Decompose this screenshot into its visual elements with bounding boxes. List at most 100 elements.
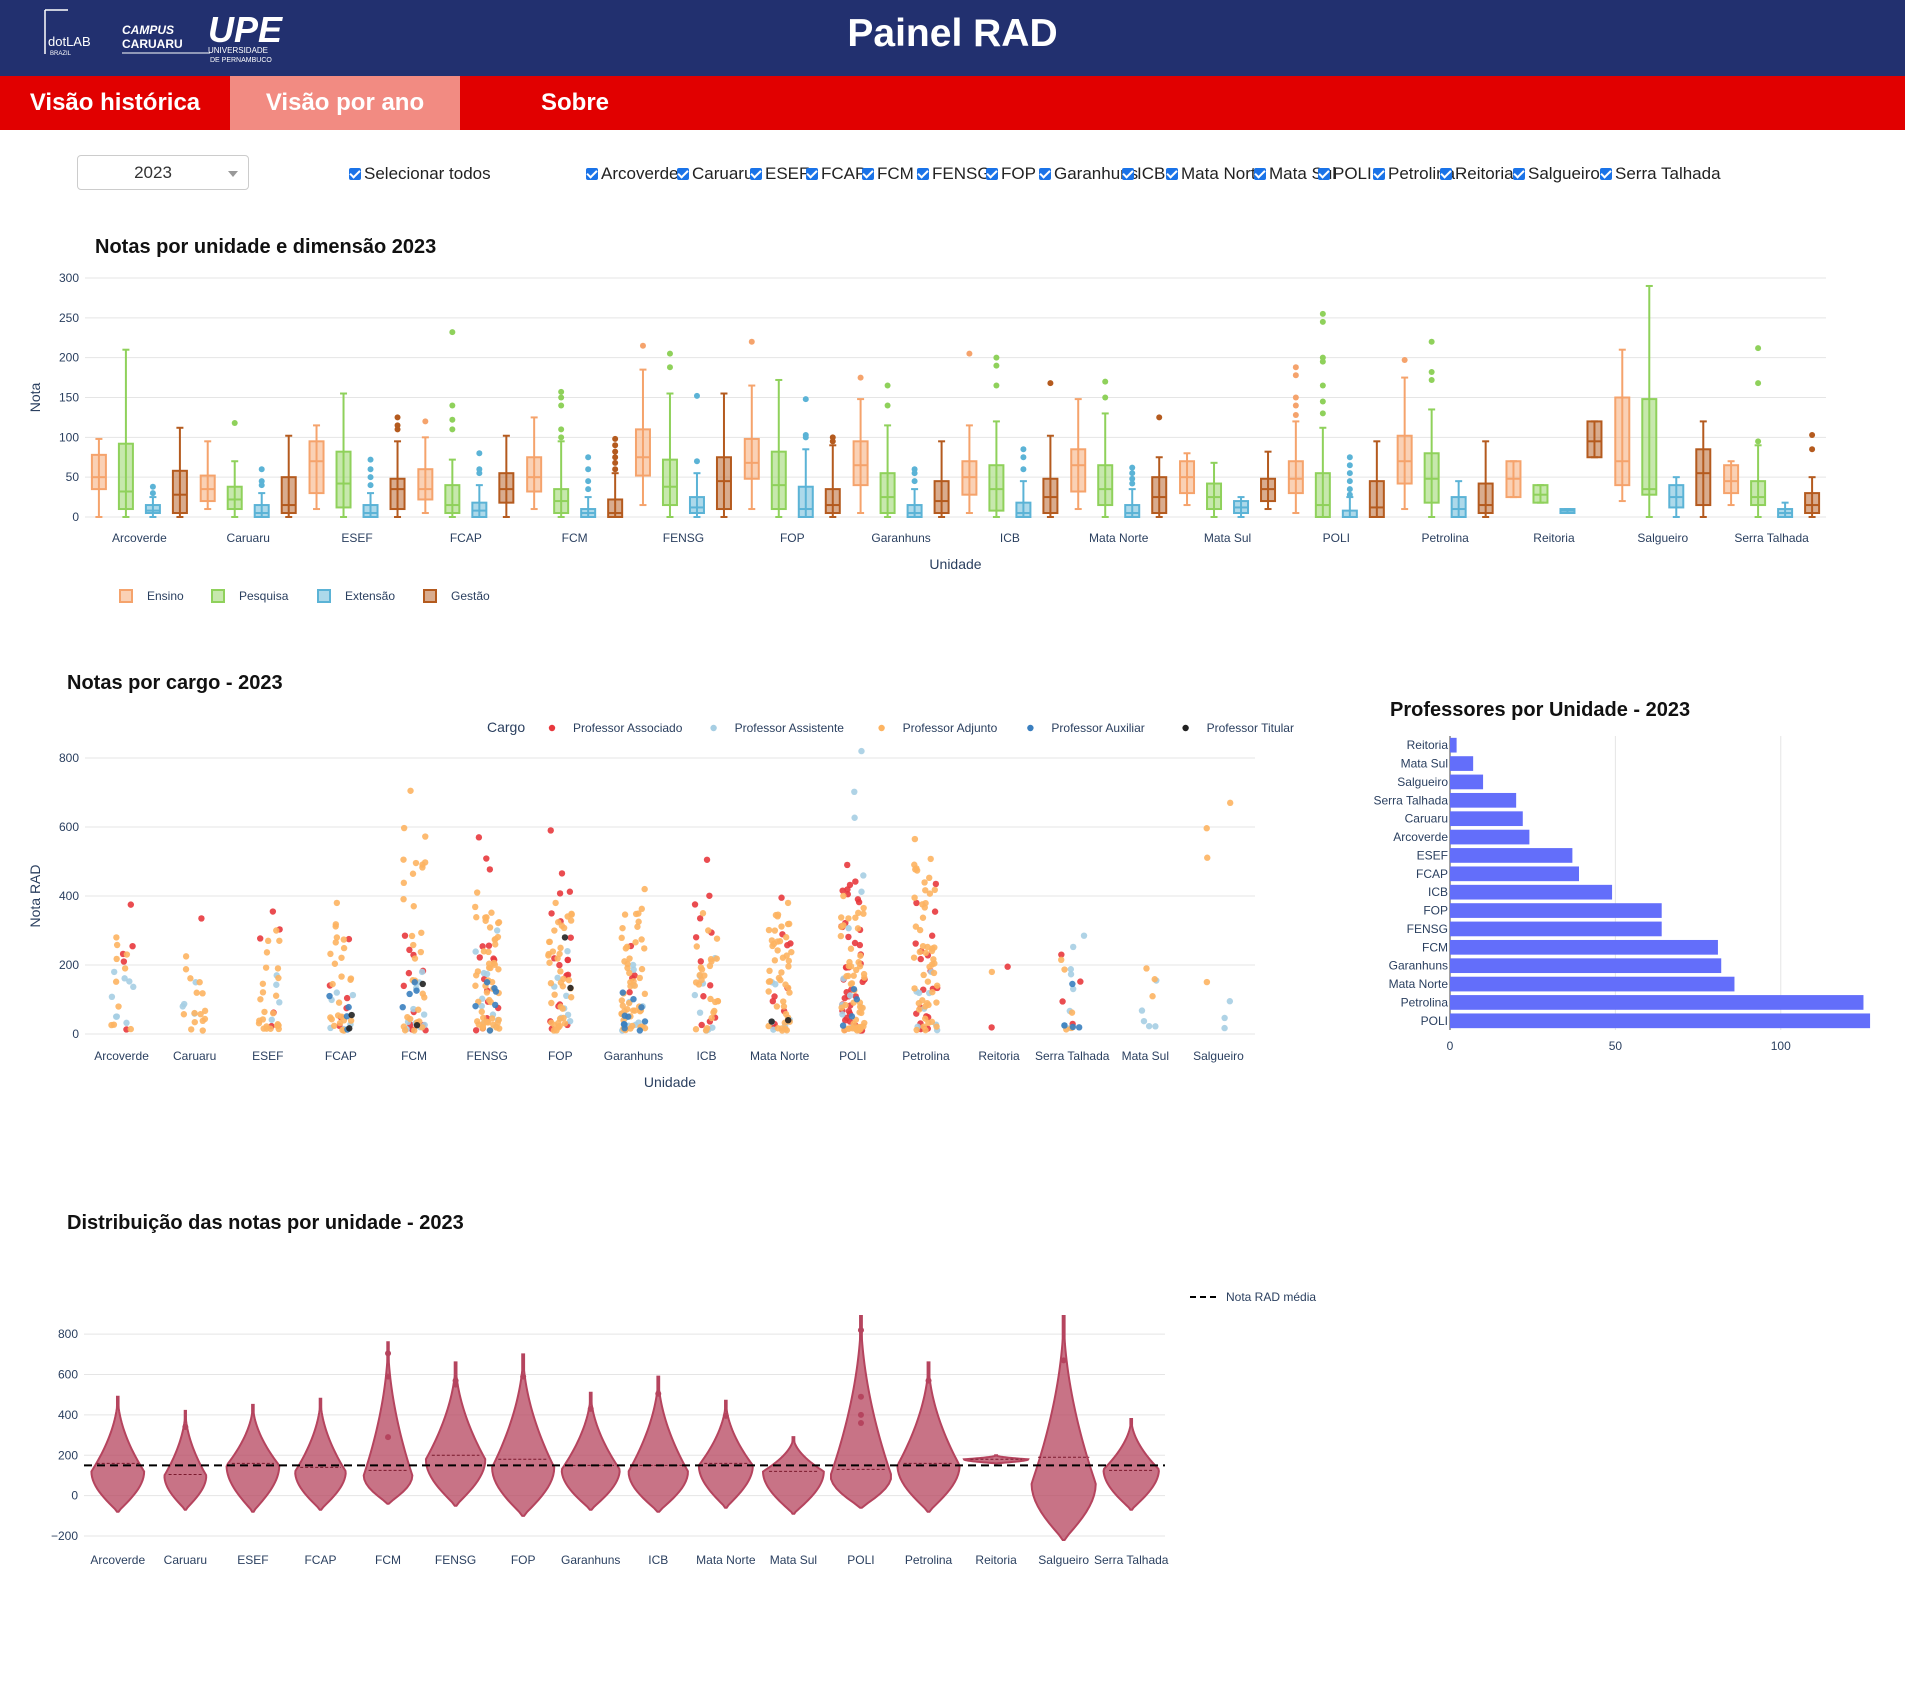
year-dropdown[interactable]: 2023 bbox=[77, 155, 249, 190]
box-extensão-serra-talhada bbox=[1777, 501, 1794, 519]
y-tick-label: ESEF bbox=[1417, 848, 1448, 862]
scatter-point bbox=[492, 988, 500, 995]
unit-checkbox-fcap[interactable]: FCAP bbox=[806, 164, 866, 184]
scatter-point bbox=[479, 1025, 486, 1032]
box-pesquisa-garanhuns bbox=[879, 424, 896, 518]
tab-visao-por-ano[interactable]: Visão por ano bbox=[230, 76, 460, 130]
y-tick-label: FCAP bbox=[1416, 867, 1448, 881]
x-tick-label: ESEF bbox=[252, 1049, 283, 1063]
scatter-point bbox=[275, 1022, 282, 1029]
outlier-point bbox=[612, 435, 619, 442]
x-tick-label: FCM bbox=[375, 1553, 401, 1567]
scatter-point bbox=[564, 948, 571, 955]
scatter-point bbox=[493, 1024, 500, 1031]
outlier-point bbox=[1346, 462, 1353, 469]
legend-item-professor-associado[interactable]: Professor Associado bbox=[548, 721, 683, 735]
unit-checkbox-label: Salgueiro bbox=[1528, 164, 1600, 183]
scatter-point bbox=[413, 987, 420, 994]
unit-checkbox-salgueiro[interactable]: Salgueiro bbox=[1513, 164, 1600, 184]
legend-item-gestão[interactable]: Gestão bbox=[423, 589, 490, 603]
checkbox-checked-icon bbox=[806, 168, 818, 180]
unit-checkbox-caruaru[interactable]: Caruaru bbox=[677, 164, 753, 184]
scatter-point bbox=[638, 965, 646, 973]
legend-item-professor-auxiliar[interactable]: Professor Auxiliar bbox=[1027, 721, 1145, 735]
unit-checkbox-serra-talhada[interactable]: Serra Talhada bbox=[1600, 164, 1721, 184]
outlier-point bbox=[1129, 480, 1136, 487]
unit-checkbox-poli[interactable]: POLI bbox=[1318, 164, 1372, 184]
scatter-point bbox=[486, 996, 493, 1004]
scatter-point bbox=[488, 1015, 496, 1022]
scatter-point bbox=[399, 1003, 406, 1011]
outlier-point bbox=[1346, 478, 1353, 485]
scatter-point bbox=[854, 896, 862, 903]
x-tick-label: Reitoria bbox=[978, 1049, 1020, 1063]
legend-item-ensino[interactable]: Ensino bbox=[119, 589, 184, 603]
unit-checkbox-label: ESEF bbox=[765, 164, 810, 183]
scatter-point bbox=[765, 978, 773, 985]
outlier-point bbox=[558, 394, 565, 401]
y-tick-label: Reitoria bbox=[1407, 738, 1449, 752]
scatter-point bbox=[700, 993, 707, 1000]
legend-item-professor-titular[interactable]: Professor Titular bbox=[1182, 721, 1294, 735]
tab-visao-historica[interactable]: Visão histórica bbox=[0, 76, 230, 130]
scatter-point bbox=[859, 1004, 866, 1012]
scatter-point bbox=[916, 926, 924, 934]
outlier-point bbox=[1346, 454, 1353, 461]
scatter-point bbox=[275, 974, 282, 982]
x-tick-label: Mata Sul bbox=[770, 1553, 817, 1567]
unit-checkbox-arcoverde[interactable]: Arcoverde bbox=[586, 164, 678, 184]
scatter-point bbox=[327, 950, 334, 958]
unit-checkbox-icb[interactable]: ICB bbox=[1122, 164, 1165, 184]
scatter-point bbox=[691, 991, 699, 999]
tab-sobre[interactable]: Sobre bbox=[460, 76, 690, 130]
x-tick-label: Serra Talhada bbox=[1094, 1553, 1169, 1567]
scatter-point bbox=[1226, 998, 1234, 1005]
y-tick-label: FENSG bbox=[1407, 922, 1448, 936]
unit-checkbox-fensg[interactable]: FENSG bbox=[917, 164, 991, 184]
scatter-point bbox=[1070, 943, 1077, 951]
unit-checkbox-esef[interactable]: ESEF bbox=[750, 164, 809, 184]
unit-checkbox-fop[interactable]: FOP bbox=[986, 164, 1036, 184]
scatter-chart: 0 200 400 600 800 Arcoverde Caruaru ESEF FCAP FCM… bbox=[27, 719, 1294, 1090]
legend-item-extensão[interactable]: Extensão bbox=[317, 589, 395, 603]
scatter-point bbox=[860, 872, 867, 879]
checkbox-checked-icon bbox=[1600, 168, 1612, 180]
scatter-point bbox=[333, 934, 341, 941]
legend-item-professor-adjunto[interactable]: Professor Adjunto bbox=[878, 721, 998, 735]
scatter-point bbox=[784, 1017, 792, 1024]
legend-item-professor-assistente[interactable]: Professor Assistente bbox=[710, 721, 844, 735]
checkbox-checked-icon bbox=[1318, 168, 1330, 180]
scatter-point bbox=[565, 976, 573, 984]
checkbox-checked-icon bbox=[917, 168, 929, 180]
legend-item-nota-rad-media[interactable]: Nota RAD média bbox=[1190, 1290, 1316, 1304]
scatter-point bbox=[915, 1000, 923, 1007]
x-axis-title: Unidade bbox=[644, 1074, 696, 1090]
scatter-point bbox=[641, 945, 648, 952]
bar-petrolina bbox=[1450, 995, 1864, 1010]
violin-outlier-point bbox=[857, 1411, 864, 1418]
scatter-point bbox=[713, 935, 721, 942]
x-axis-title: Unidade bbox=[929, 556, 981, 572]
box-extensão-petrolina bbox=[1450, 480, 1467, 518]
scatter-point bbox=[269, 1009, 277, 1017]
scatter-point bbox=[263, 1025, 270, 1032]
x-tick-label: Reitoria bbox=[975, 1553, 1017, 1567]
x-tick-label: FENSG bbox=[467, 1049, 508, 1063]
y-tick-label: Serra Talhada bbox=[1374, 793, 1449, 807]
violin-chart: −200 0 200 400 600 800 Arcoverde Caruaru ESEF FCA… bbox=[51, 1290, 1316, 1567]
select-all-checkbox[interactable]: Selecionar todos bbox=[349, 164, 491, 184]
unit-checkbox-fcm[interactable]: FCM bbox=[862, 164, 914, 184]
outlier-point bbox=[367, 474, 374, 481]
checkbox-checked-icon bbox=[1166, 168, 1178, 180]
box-extensão-fcap bbox=[471, 484, 488, 519]
unit-checkbox-reitoria[interactable]: Reitoria bbox=[1440, 164, 1514, 184]
scatter-point bbox=[854, 925, 862, 932]
scatter-point bbox=[912, 940, 919, 947]
unit-checkbox-mata-norte[interactable]: Mata Norte bbox=[1166, 164, 1265, 184]
scatter-point bbox=[920, 971, 927, 979]
scatter-point bbox=[483, 989, 491, 996]
scatter-point bbox=[333, 989, 340, 996]
legend-item-pesquisa[interactable]: Pesquisa bbox=[211, 589, 289, 603]
y-tick-label: Arcoverde bbox=[1393, 830, 1448, 844]
scatter-point bbox=[917, 955, 924, 963]
